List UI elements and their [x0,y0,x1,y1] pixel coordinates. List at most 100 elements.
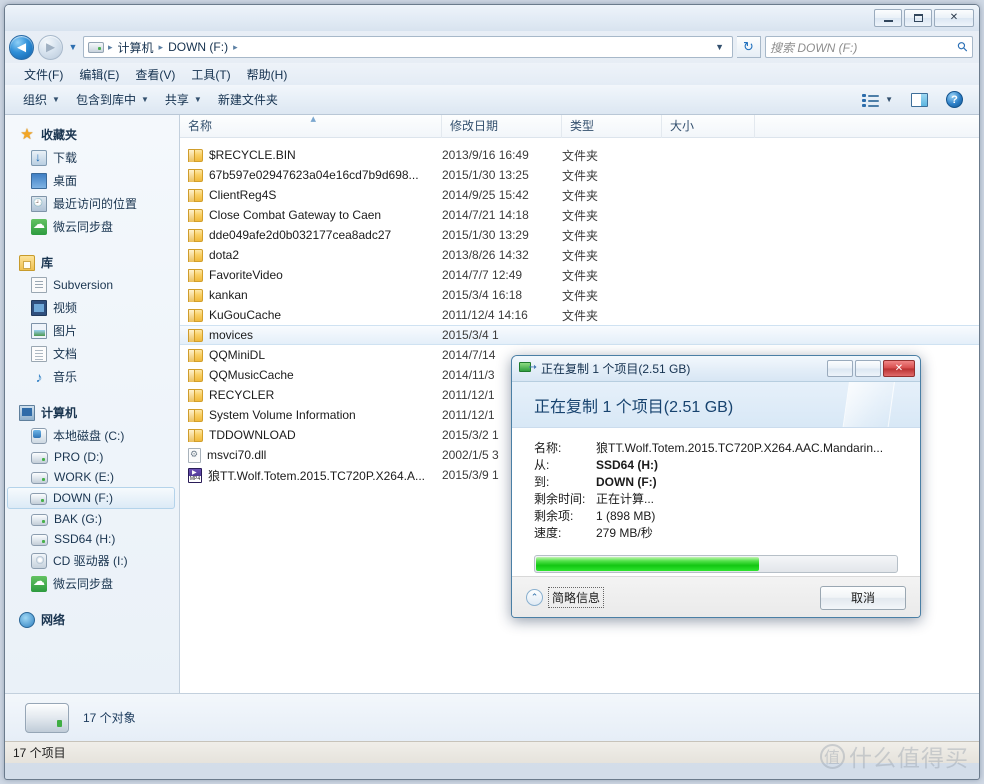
breadcrumb[interactable]: ▸ 计算机 ▸ DOWN (F:) ▸ ▼ [83,36,733,58]
close-button[interactable]: ✕ [934,9,974,27]
sidebar-header-label: 收藏夹 [41,128,78,142]
table-row[interactable]: Close Combat Gateway to Caen 2014/7/21 1… [180,205,979,225]
menu-item-view[interactable]: 查看(V) [128,64,182,85]
folder-icon [188,348,203,362]
sidebar-item-down-f[interactable]: DOWN (F:) [7,487,175,509]
sidebar-item-ssd64-h[interactable]: SSD64 (H:) [5,529,179,549]
sidebar-item-music[interactable]: ♪ 音乐 [5,365,179,388]
status-bar: 17 个项目 [5,741,979,763]
minimize-button[interactable] [874,9,902,27]
sidebar-item-desktop[interactable]: 桌面 [5,169,179,192]
file-type-cell: 文件夹 [562,288,599,303]
sidebar-item-recent-places[interactable]: 最近访问的位置 [5,192,179,215]
column-header-type[interactable]: 类型 [562,115,662,138]
sidebar-item-local-disk-c[interactable]: 本地磁盘 (C:) [5,424,179,447]
folder-icon [188,408,203,422]
detail-label: 速度: [534,526,562,540]
table-row[interactable]: ClientReg4S 2014/9/25 15:42 文件夹 [180,185,979,205]
file-type-cell: 文件夹 [562,208,599,223]
sidebar-header-label: 库 [41,256,54,270]
dialog-minimize-button[interactable] [827,360,853,377]
sidebar-item-documents[interactable]: 文档 [5,342,179,365]
table-row[interactable]: 67b597e02947623a04e16cd7b9d698... 2015/1… [180,165,979,185]
sidebar-item-weiyun[interactable]: 微云同步盘 [5,215,179,238]
table-row[interactable]: movices 2015/3/4 1 [180,325,979,345]
sidebar-item-work-e[interactable]: WORK (E:) [5,467,179,487]
sidebar-item-downloads[interactable]: 下载 [5,146,179,169]
recent-locations-dropdown[interactable]: ▼ [67,42,79,52]
file-name-text: TDDOWNLOAD [209,428,296,442]
file-date-cell: 2015/1/30 13:25 [442,168,529,182]
folder-icon [188,188,203,202]
status-bar-text: 17 个项目 [13,746,66,760]
address-history-chevron-icon[interactable]: ▼ [709,42,730,52]
weiyun-cloud-icon [31,217,47,235]
new-folder-button[interactable]: 新建文件夹 [210,88,286,111]
folder-icon [188,268,203,282]
window-controls: ✕ [874,9,974,27]
file-date-cell: 2013/9/16 16:49 [442,148,529,162]
menu-item-edit[interactable]: 编辑(E) [72,64,126,85]
sidebar-item-pictures[interactable]: 图片 [5,319,179,342]
dialog-close-button[interactable]: ✕ [883,360,915,377]
dialog-maximize-button[interactable] [855,360,881,377]
folder-icon [188,428,203,442]
menu-item-tools[interactable]: 工具(T) [184,64,237,85]
sidebar-item-videos[interactable]: 视频 [5,296,179,319]
sidebar-header-favorites[interactable]: ★ 收藏夹 [5,123,179,146]
table-row[interactable]: FavoriteVideo 2014/7/7 12:49 文件夹 [180,265,979,285]
sidebar-item-subversion[interactable]: Subversion [5,274,179,296]
folder-icon [188,248,203,262]
sidebar-item-cd-drive-i[interactable]: CD 驱动器 (I:) [5,549,179,572]
include-in-library-button[interactable]: 包含到库中 ▼ [68,88,157,111]
navigation-pane: ★ 收藏夹 下载 桌面 最近访问的位置 微云同步盘 [5,115,180,693]
table-row[interactable]: kankan 2015/3/4 16:18 文件夹 [180,285,979,305]
breadcrumb-separator[interactable]: ▸ [231,42,240,53]
address-bar-row: ◄ ► ▼ ▸ 计算机 ▸ DOWN (F:) ▸ ▼ ↻ 搜索 DOWN (F… [5,31,979,63]
file-type-cell: 文件夹 [562,248,599,263]
preview-pane-button[interactable] [903,90,936,110]
forward-button[interactable]: ► [38,34,63,60]
column-header-name[interactable]: 名称 [180,115,442,138]
sidebar-item-pro-d[interactable]: PRO (D:) [5,447,179,467]
list-top-gap [180,138,979,145]
file-type-cell: 文件夹 [562,148,599,163]
network-icon [19,611,35,628]
table-row[interactable]: KuGouCache 2011/12/4 14:16 文件夹 [180,305,979,325]
change-view-button[interactable]: ▼ [854,90,901,110]
menu-item-file[interactable]: 文件(F) [17,64,70,85]
detail-row-items-remaining: 剩余项: 1 (898 MB) [512,508,920,525]
column-header-size[interactable]: 大小 [662,115,755,138]
refresh-button[interactable]: ↻ [737,36,761,58]
sidebar-item-label: 视频 [53,301,78,315]
folder-icon [188,368,203,382]
breadcrumb-item-computer[interactable]: 计算机 [115,39,157,56]
table-row[interactable]: $RECYCLE.BIN 2013/9/16 16:49 文件夹 [180,145,979,165]
sidebar-item-bak-g[interactable]: BAK (G:) [5,509,179,529]
search-input[interactable]: 搜索 DOWN (F:) ⚲ [765,36,973,58]
file-name-cell: QQMusicCache [188,368,442,382]
less-info-toggle[interactable]: ⌃ 简略信息 [526,587,605,608]
less-info-label: 简略信息 [548,587,605,608]
organize-button[interactable]: 组织 ▼ [15,88,68,111]
library-icon [19,254,35,271]
share-button[interactable]: 共享 ▼ [157,88,210,111]
breadcrumb-item-down[interactable]: DOWN (F:) [165,40,231,54]
table-row[interactable]: dota2 2013/8/26 14:32 文件夹 [180,245,979,265]
back-button[interactable]: ◄ [9,34,34,60]
maximize-button[interactable] [904,9,932,27]
sidebar-header-computer[interactable]: 计算机 [5,401,179,424]
column-header-date[interactable]: 修改日期 [442,115,562,138]
sidebar-header-network[interactable]: 网络 [5,608,179,631]
sidebar-item-label: 桌面 [53,174,78,188]
table-row[interactable]: dde049afe2d0b032177cea8adc27 2015/1/30 1… [180,225,979,245]
sidebar-item-weiyun-disk[interactable]: 微云同步盘 [5,572,179,595]
cancel-button[interactable]: 取消 [820,585,906,610]
file-date-cell: 2013/8/26 14:32 [442,248,529,262]
sidebar-header-libraries[interactable]: 库 [5,251,179,274]
explorer-window: ✕ ◄ ► ▼ ▸ 计算机 ▸ DOWN (F:) ▸ ▼ ↻ 搜索 DOWN … [4,4,980,780]
menu-item-help[interactable]: 帮助(H) [240,64,295,85]
object-count-label: 17 个对象 [83,711,136,725]
help-button[interactable]: ? [938,88,971,111]
file-date-cell: 2015/3/4 16:18 [442,288,523,302]
